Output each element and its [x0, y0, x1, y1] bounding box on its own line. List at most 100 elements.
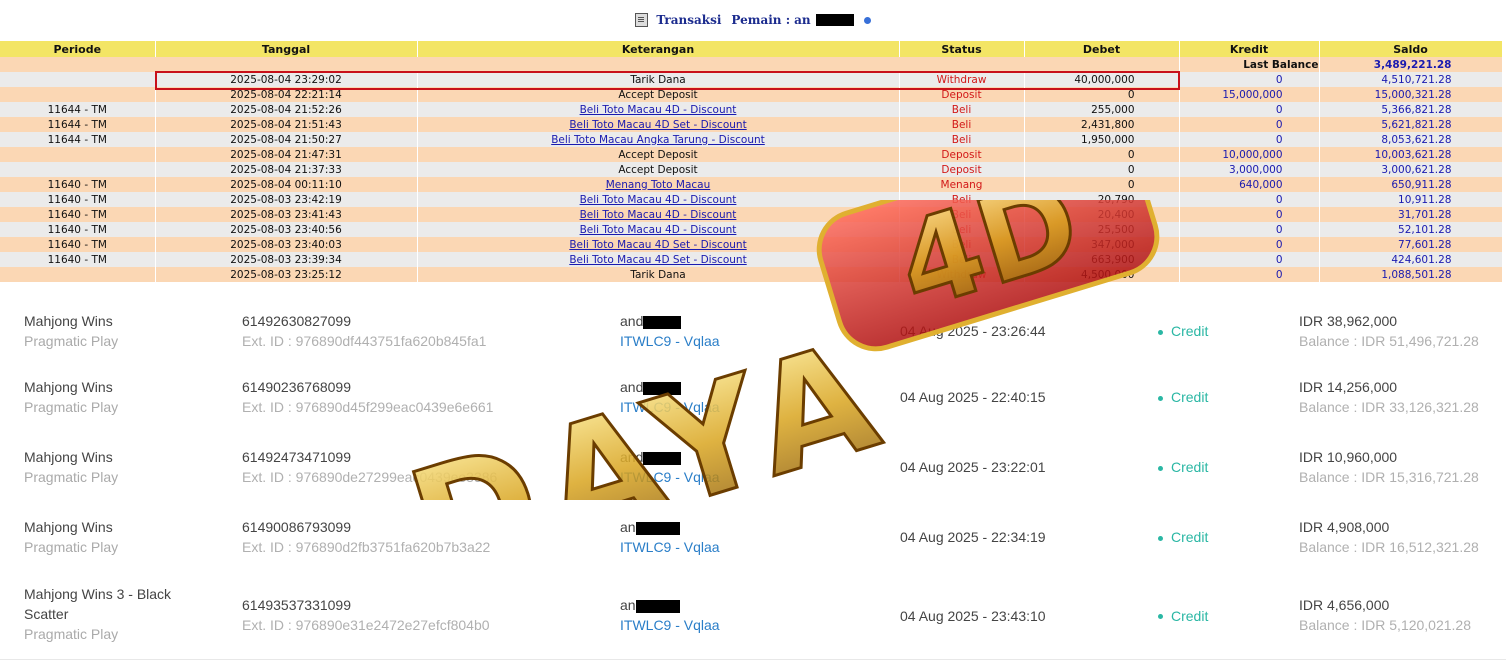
- status-cell: Beli: [899, 252, 1025, 267]
- agent-link[interactable]: ITWLC9 - Vqlaa: [620, 397, 720, 417]
- status-cell: Deposit: [899, 162, 1025, 177]
- saldo-cell: 10,003,621.28: [1319, 147, 1503, 162]
- debet-cell: 25,500: [1024, 222, 1180, 237]
- keterangan-link[interactable]: Beli Toto Macau 4D - Discount: [580, 194, 737, 206]
- redaction-block: [643, 315, 682, 329]
- redaction-block: [643, 451, 682, 465]
- transaction-row: 2025-08-04 23:29:02 Tarik Dana Withdraw 40,…: [0, 72, 1503, 87]
- keterangan-cell: Tarik Dana: [417, 72, 900, 87]
- col-tanggal[interactable]: Tanggal: [155, 41, 418, 57]
- type-label: Credit: [1171, 529, 1209, 545]
- game-name: Mahjong Wins: [24, 449, 113, 465]
- balance: Balance : IDR 33,126,321.28: [1299, 399, 1479, 415]
- table-header-row: Periode Tanggal Keterangan Status Debet …: [0, 41, 1503, 57]
- keterangan-link[interactable]: Beli Toto Macau 4D Set - Discount: [569, 239, 746, 251]
- redaction-block: [635, 521, 680, 535]
- username: and: [620, 449, 644, 465]
- transaction-row: 11640 - TM 2025-08-03 23:41:43 Beli Toto M…: [0, 207, 1503, 222]
- tanggal-cell: 2025-08-04 21:50:27: [155, 132, 418, 147]
- keterangan-cell: Beli Toto Macau 4D Set - Discount: [417, 117, 900, 132]
- periode-cell: 11640 - TM: [0, 252, 156, 267]
- periode-cell: 11644 - TM: [0, 132, 156, 147]
- amount-block: IDR 4,656,000 Balance : IDR 5,120,021.28: [1299, 595, 1471, 635]
- transaction-row: 11640 - TM 2025-08-03 23:40:03 Beli Toto M…: [0, 237, 1503, 252]
- transaction-type: Credit: [1158, 387, 1208, 407]
- page-header: Transaksi Pemain : an: [0, 0, 1506, 40]
- keterangan-cell: Beli Toto Macau Angka Tarung - Discount: [417, 132, 900, 147]
- external-id: Ext. ID : 976890de27299eac0439ee3386: [242, 469, 498, 485]
- kredit-cell: 0: [1179, 132, 1320, 147]
- status-cell: Beli: [899, 117, 1025, 132]
- last-balance-row: Last Balance 3,489,221.28: [0, 57, 1503, 72]
- transaction-row: 2025-08-03 23:25:12 Tarik Dana Withdraw 4,5…: [0, 267, 1503, 282]
- keterangan-cell: Beli Toto Macau 4D Set - Discount: [417, 252, 900, 267]
- game-info: Mahjong Wins 3 - Black Scatter Pragmatic …: [24, 584, 194, 644]
- status-cell: Withdraw: [899, 72, 1025, 87]
- saldo-cell: 650,911.28: [1319, 177, 1503, 192]
- debet-cell: 40,000,000: [1024, 72, 1180, 87]
- kredit-cell: 0: [1179, 207, 1320, 222]
- amount-block: IDR 14,256,000 Balance : IDR 33,126,321.2…: [1299, 377, 1479, 417]
- keterangan-link[interactable]: Beli Toto Macau 4D - Discount: [580, 224, 737, 236]
- agent-link[interactable]: ITWLC9 - Vqlaa: [620, 331, 720, 351]
- debet-cell: 0: [1024, 87, 1180, 102]
- amount: IDR 10,960,000: [1299, 449, 1398, 465]
- col-kredit[interactable]: Kredit: [1179, 41, 1320, 57]
- keterangan-link[interactable]: Beli Toto Macau 4D Set - Discount: [569, 119, 746, 131]
- transaction-date: 04 Aug 2025 - 22:40:15: [900, 389, 1046, 405]
- info-icon[interactable]: [863, 16, 871, 24]
- col-debet[interactable]: Debet: [1024, 41, 1180, 57]
- game-row[interactable]: Mahjong Wins Pragmatic Play 61492630827099…: [0, 300, 1506, 363]
- redaction-block: [643, 381, 682, 395]
- debet-cell: 20,400: [1024, 207, 1180, 222]
- agent-link[interactable]: ITWLC9 - Vqlaa: [620, 615, 720, 635]
- col-periode[interactable]: Periode: [0, 41, 156, 57]
- provider-name: Pragmatic Play: [24, 399, 119, 415]
- status-cell: Menang: [899, 177, 1025, 192]
- transaction-id-block: 61492630827099 Ext. ID : 976890df443751fa…: [242, 311, 486, 351]
- debet-cell: 2,431,800: [1024, 117, 1180, 132]
- periode-cell: [0, 72, 156, 87]
- status-cell: Beli: [899, 207, 1025, 222]
- keterangan-link[interactable]: Beli Toto Macau 4D - Discount: [580, 209, 737, 221]
- keterangan-link[interactable]: Menang Toto Macau: [606, 179, 711, 191]
- keterangan-link[interactable]: Beli Toto Macau Angka Tarung - Discount: [551, 134, 765, 146]
- redaction-block: [815, 14, 854, 26]
- keterangan-cell: Tarik Dana: [417, 267, 900, 282]
- amount-block: IDR 10,960,000 Balance : IDR 15,316,721.2…: [1299, 447, 1479, 487]
- transaction-id: 61492473471099: [242, 449, 352, 465]
- keterangan-link[interactable]: Beli Toto Macau 4D Set - Discount: [569, 254, 746, 266]
- kredit-cell: 0: [1179, 117, 1320, 132]
- game-row[interactable]: Mahjong Wins 3 - Black Scatter Pragmatic …: [0, 572, 1506, 660]
- status-cell: Deposit: [899, 87, 1025, 102]
- col-status[interactable]: Status: [899, 41, 1025, 57]
- game-row[interactable]: Mahjong Wins Pragmatic Play 61492473471099…: [0, 432, 1506, 503]
- col-keterangan[interactable]: Keterangan: [417, 41, 900, 57]
- status-cell: Deposit: [899, 147, 1025, 162]
- keterangan-link[interactable]: Beli Toto Macau 4D - Discount: [580, 104, 737, 116]
- debet-cell: 20,790: [1024, 192, 1180, 207]
- redaction-block: [635, 599, 680, 613]
- debet-cell: 4,500,000: [1024, 267, 1180, 282]
- transaction-type: Credit: [1158, 606, 1208, 626]
- title-prefix: Transaksi: [656, 13, 722, 27]
- game-row[interactable]: Mahjong Wins Pragmatic Play 61490236768099…: [0, 362, 1506, 433]
- game-row[interactable]: Mahjong Wins Pragmatic Play 61490086793099…: [0, 502, 1506, 573]
- tanggal-cell: 2025-08-04 21:47:31: [155, 147, 418, 162]
- col-saldo[interactable]: Saldo: [1319, 41, 1503, 57]
- balance: Balance : IDR 16,512,321.28: [1299, 539, 1479, 555]
- kredit-cell: 0: [1179, 252, 1320, 267]
- status-dot-icon: [1158, 465, 1163, 471]
- agent-link[interactable]: ITWLC9 - Vqlaa: [620, 537, 720, 557]
- tanggal-cell: 2025-08-04 21:52:26: [155, 102, 418, 117]
- game-name: Mahjong Wins: [24, 519, 113, 535]
- external-id: Ext. ID : 976890d45f299eac0439e6e661: [242, 399, 494, 415]
- agent-link[interactable]: ITWLC9 - Vqlaa: [620, 467, 720, 487]
- transaction-date: 04 Aug 2025 - 23:22:01: [900, 459, 1046, 475]
- transaction-type: Credit: [1158, 321, 1208, 341]
- status-cell: Beli: [899, 222, 1025, 237]
- debet-cell: 0: [1024, 147, 1180, 162]
- kredit-cell: 10,000,000: [1179, 147, 1320, 162]
- periode-cell: [0, 267, 156, 282]
- kredit-cell: 0: [1179, 267, 1320, 282]
